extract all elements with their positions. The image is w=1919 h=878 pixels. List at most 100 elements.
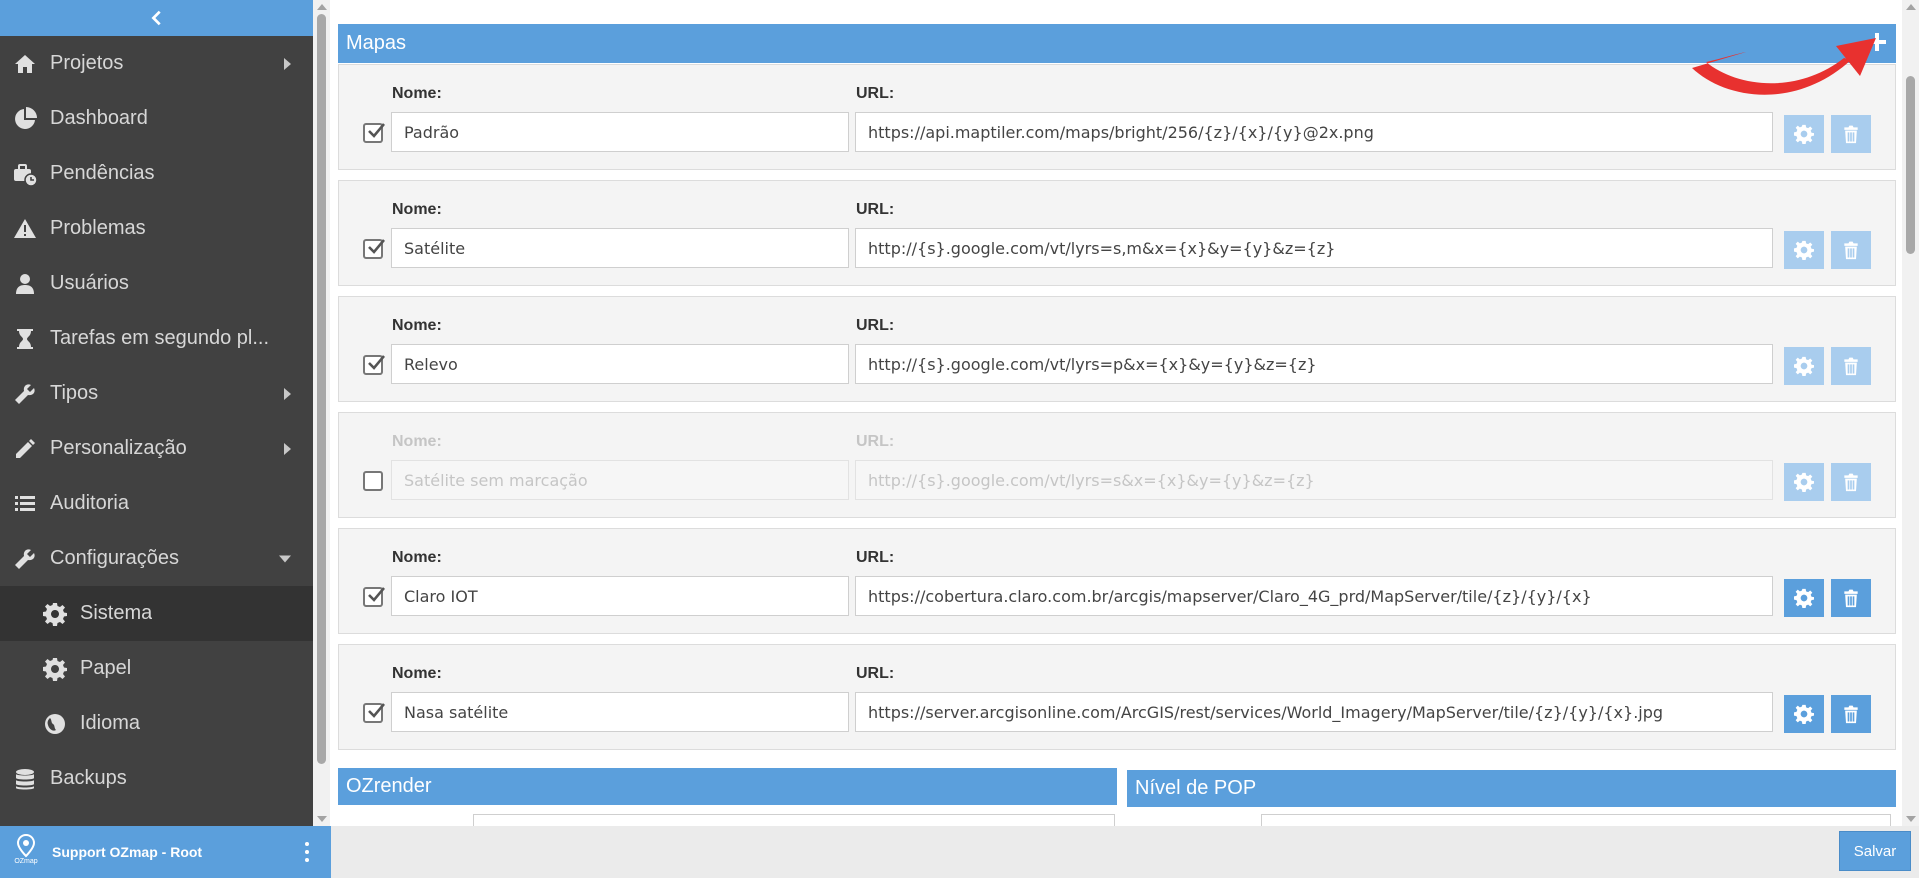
main-content: Mapas Nome: URL: Nome: URL: Nome: URL: Nome: UR… (331, 0, 1902, 826)
sidebar-item-personalizacao[interactable]: Personalização (0, 421, 313, 476)
scroll-up-arrow-icon[interactable] (317, 4, 327, 10)
sidebar-item-label: Tipos (50, 382, 99, 404)
sidebar-item-sistema[interactable]: Sistema (0, 586, 313, 641)
map-url-field[interactable] (855, 460, 1773, 500)
map-row: Nome: URL: (338, 64, 1896, 170)
home-icon (12, 51, 38, 77)
sidebar-scrollbar[interactable] (313, 0, 330, 826)
map-name-field[interactable] (391, 576, 849, 616)
trash-icon (1844, 241, 1858, 260)
url-label: URL: (856, 665, 895, 682)
main-scrollbar[interactable] (1902, 0, 1919, 826)
sidebar-item-backups[interactable]: Backups (0, 751, 313, 806)
map-url-field[interactable] (855, 692, 1773, 732)
map-delete-button[interactable] (1831, 347, 1871, 385)
map-settings-button[interactable] (1784, 695, 1824, 733)
trash-icon (1844, 357, 1858, 376)
sidebar-item-papel[interactable]: Papel (0, 641, 313, 696)
map-delete-button[interactable] (1831, 695, 1871, 733)
main-scroll-down-arrow-icon[interactable] (1906, 816, 1916, 822)
sidebar-item-idioma[interactable]: Idioma (0, 696, 313, 751)
ozrender-input-partial[interactable] (473, 814, 1115, 826)
hourglass-icon (12, 326, 38, 352)
map-settings-button[interactable] (1784, 115, 1824, 153)
map-enabled-checkbox[interactable] (363, 703, 385, 723)
save-button[interactable]: Salvar (1839, 831, 1911, 871)
map-name-field[interactable] (391, 344, 849, 384)
sidebar-item-tipos[interactable]: Tipos (0, 366, 313, 421)
map-enabled-checkbox[interactable] (363, 587, 385, 607)
map-delete-button[interactable] (1831, 231, 1871, 269)
sidebar-item-configuracoes[interactable]: Configurações (0, 531, 313, 586)
trash-icon (1844, 125, 1858, 144)
map-name-field[interactable] (391, 228, 849, 268)
kebab-menu-icon[interactable] (305, 842, 309, 862)
name-label: Nome: (392, 201, 442, 218)
ozrender-panel-title: OZrender (346, 775, 432, 797)
pencil-icon (12, 436, 38, 462)
chevron-left-icon (150, 10, 161, 26)
sidebar-item-label: Configurações (50, 547, 179, 569)
sidebar-item-auditoria[interactable]: Auditoria (0, 476, 313, 531)
map-enabled-checkbox[interactable] (363, 239, 385, 259)
map-url-field[interactable] (855, 344, 1773, 384)
map-settings-button[interactable] (1784, 463, 1824, 501)
sidebar-item-tarefas-em-segundo-pl[interactable]: Tarefas em segundo pl... (0, 311, 313, 366)
caret-right-icon (284, 387, 291, 400)
url-label: URL: (856, 201, 895, 218)
map-row: Nome: URL: (338, 644, 1896, 750)
sidebar-scroll-thumb[interactable] (317, 14, 326, 764)
pop-level-input-partial[interactable] (1261, 814, 1891, 826)
map-delete-button[interactable] (1831, 115, 1871, 153)
ozmap-logo: OZmap (12, 834, 40, 870)
sidebar-collapse-button[interactable] (0, 0, 313, 36)
gear-icon (1794, 472, 1814, 492)
check-icon (368, 587, 385, 602)
name-label: Nome: (392, 85, 442, 102)
sidebar-item-usuarios[interactable]: Usuários (0, 256, 313, 311)
map-url-field[interactable] (855, 576, 1773, 616)
url-label: URL: (856, 85, 895, 102)
map-enabled-checkbox[interactable] (363, 355, 385, 375)
map-delete-button[interactable] (1831, 579, 1871, 617)
gear-icon (42, 656, 68, 682)
sidebar-item-projetos[interactable]: Projetos (0, 36, 313, 91)
sidebar-item-pendencias[interactable]: Pendências (0, 146, 313, 201)
bottom-action-bar: Salvar (331, 826, 1919, 878)
list-icon (12, 491, 38, 517)
sidebar-item-label: Backups (50, 767, 127, 789)
map-url-field[interactable] (855, 112, 1773, 152)
map-row: Nome: URL: (338, 528, 1896, 634)
user-bar: OZmap Support OZmap - Root (0, 826, 331, 878)
caret-down-icon (279, 555, 291, 562)
sidebar-item-label: Papel (80, 657, 132, 679)
sidebar-item-dashboard[interactable]: Dashboard (0, 91, 313, 146)
map-url-field[interactable] (855, 228, 1773, 268)
map-settings-button[interactable] (1784, 347, 1824, 385)
map-settings-button[interactable] (1784, 231, 1824, 269)
name-label: Nome: (392, 433, 442, 450)
map-enabled-checkbox[interactable] (363, 471, 383, 491)
main-scroll-up-arrow-icon[interactable] (1906, 4, 1916, 10)
map-name-field[interactable] (391, 112, 849, 152)
gear-icon (1794, 356, 1814, 376)
url-label: URL: (856, 317, 895, 334)
url-label: URL: (856, 549, 895, 566)
main-scroll-thumb[interactable] (1906, 76, 1915, 254)
map-row: Nome: URL: (338, 412, 1896, 518)
sidebar-item-problemas[interactable]: Problemas (0, 201, 313, 256)
name-label: Nome: (392, 665, 442, 682)
sidebar-item-label: Projetos (50, 52, 124, 74)
sidebar-item-label: Idioma (80, 712, 141, 734)
sidebar-item-label: Sistema (80, 602, 153, 624)
map-row: Nome: URL: (338, 180, 1896, 286)
sidebar-item-label: Usuários (50, 272, 129, 294)
scroll-down-arrow-icon[interactable] (317, 816, 327, 822)
map-name-field[interactable] (391, 692, 849, 732)
map-settings-button[interactable] (1784, 579, 1824, 617)
map-name-field[interactable] (391, 460, 849, 500)
sidebar-item-label: Problemas (50, 217, 146, 239)
map-delete-button[interactable] (1831, 463, 1871, 501)
wrench-icon (12, 381, 38, 407)
map-enabled-checkbox[interactable] (363, 123, 385, 143)
